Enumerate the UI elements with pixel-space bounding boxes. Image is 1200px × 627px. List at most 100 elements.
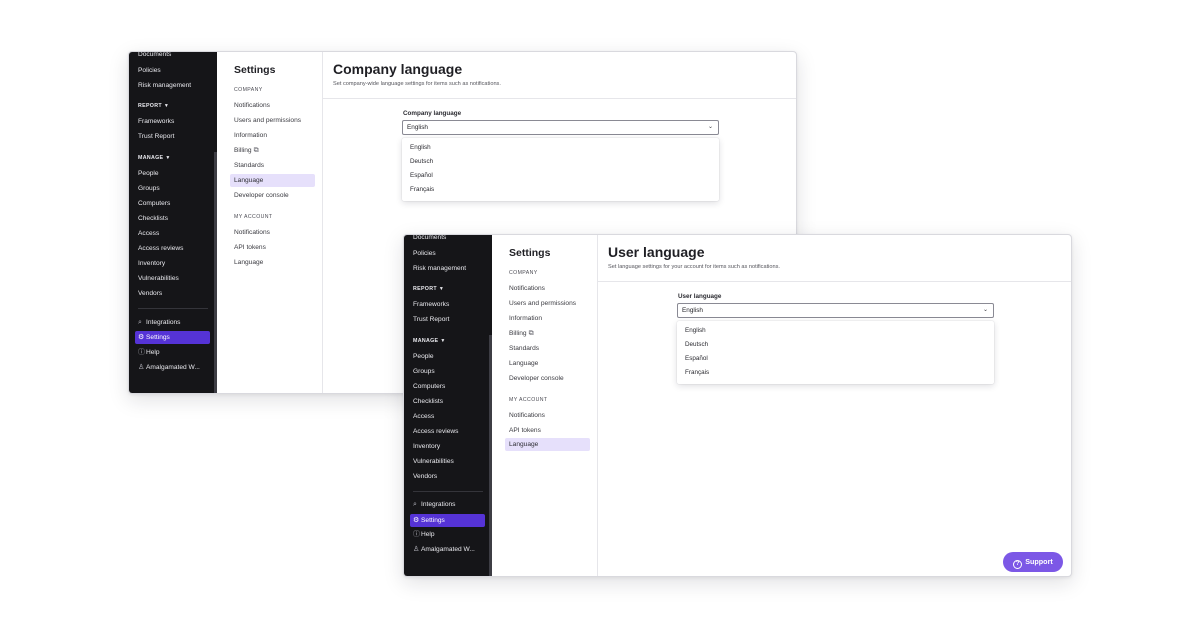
sidebar-item-inventory[interactable]: Inventory: [413, 442, 440, 451]
sidebar-item-vulnerabilities[interactable]: Vulnerabilities: [413, 457, 454, 466]
settings-item-api-tokens[interactable]: API tokens: [234, 243, 266, 252]
sidebar-item-account[interactable]: ♙ Amalgamated W...: [413, 545, 475, 555]
settings-nav: Settings COMPANY Notifications Users and…: [217, 52, 323, 393]
caret-down-icon: ▼: [438, 286, 445, 292]
sidebar-item-risk-management[interactable]: Risk management: [138, 81, 191, 90]
settings-item-information[interactable]: Information: [234, 131, 267, 140]
settings-item-company-language[interactable]: Language: [509, 359, 538, 368]
page-title: User language: [608, 244, 705, 260]
sidebar-item-checklists[interactable]: Checklists: [138, 214, 168, 223]
settings-item-user-language[interactable]: Language: [234, 258, 263, 267]
report-section-header[interactable]: REPORT ▼: [138, 103, 169, 109]
sidebar-item-frameworks[interactable]: Frameworks: [413, 300, 449, 309]
settings-title: Settings: [234, 64, 276, 76]
sidebar-item-vendors[interactable]: Vendors: [413, 472, 437, 481]
settings-item-developer-console[interactable]: Developer console: [234, 191, 289, 200]
sidebar-item-access-reviews[interactable]: Access reviews: [138, 244, 183, 253]
main-sidebar: Documents Policies Risk management REPOR…: [404, 235, 492, 576]
option-espanol[interactable]: Español: [685, 354, 708, 363]
language-dropdown: English Deutsch Español Français: [677, 321, 994, 384]
sidebar-item-people[interactable]: People: [138, 169, 159, 178]
sidebar-item-trust-report[interactable]: Trust Report: [138, 132, 174, 141]
gear-icon: ⚙: [413, 517, 420, 524]
content-panel: User language Set language settings for …: [598, 235, 1071, 576]
sidebar-item-access[interactable]: Access: [138, 229, 159, 238]
settings-item-user-language[interactable]: Language: [505, 438, 590, 451]
my-account-section-header: MY ACCOUNT: [509, 397, 548, 403]
external-link-icon: ⧉: [528, 330, 534, 337]
settings-item-account-notifications[interactable]: Notifications: [509, 411, 545, 420]
company-section-header: COMPANY: [509, 270, 538, 276]
settings-item-users-permissions[interactable]: Users and permissions: [234, 116, 301, 125]
settings-item-developer-console[interactable]: Developer console: [509, 374, 564, 383]
settings-title: Settings: [509, 247, 551, 259]
sidebar-item-trust-report[interactable]: Trust Report: [413, 315, 449, 324]
sidebar-item-help[interactable]: ⓘHelp: [413, 530, 435, 540]
sidebar-item-integrations[interactable]: ⌕ Integrations: [413, 500, 455, 510]
sidebar-item-people[interactable]: People: [413, 352, 434, 361]
settings-item-api-tokens[interactable]: API tokens: [509, 426, 541, 435]
option-francais[interactable]: Français: [410, 185, 434, 194]
sidebar-item-computers[interactable]: Computers: [138, 199, 170, 208]
settings-item-information[interactable]: Information: [509, 314, 542, 323]
caret-down-icon: ▼: [163, 103, 170, 109]
sidebar-item-settings[interactable]: ⚙ Settings: [410, 514, 485, 527]
settings-item-account-notifications[interactable]: Notifications: [234, 228, 270, 237]
page-subtitle: Set language settings for your account f…: [608, 264, 780, 270]
option-deutsch[interactable]: Deutsch: [410, 157, 433, 166]
content-divider: [323, 98, 796, 99]
option-english[interactable]: English: [685, 326, 706, 335]
chevron-down-icon: ⌄: [982, 307, 988, 313]
option-deutsch[interactable]: Deutsch: [685, 340, 708, 349]
user-icon: ♙: [413, 546, 420, 553]
settings-item-standards[interactable]: Standards: [509, 344, 539, 353]
sidebar-divider: [413, 491, 483, 492]
option-espanol[interactable]: Español: [410, 171, 433, 180]
sidebar-item-vendors[interactable]: Vendors: [138, 289, 162, 298]
caret-down-icon: ▼: [165, 155, 171, 161]
page-title: Company language: [333, 61, 463, 77]
sidebar-item-vulnerabilities[interactable]: Vulnerabilities: [138, 274, 179, 283]
help-circle-icon: ⓘ: [413, 531, 420, 538]
report-section-header[interactable]: REPORT ▼: [413, 286, 444, 292]
sidebar-item-access[interactable]: Access: [413, 412, 434, 421]
settings-item-billing[interactable]: Billing ⧉: [234, 146, 259, 155]
sidebar-item-settings[interactable]: ⚙ Settings: [135, 331, 210, 344]
sidebar-item-integrations[interactable]: ⌕ Integrations: [138, 318, 180, 328]
settings-item-company-language[interactable]: Language: [230, 174, 315, 187]
manage-section-header[interactable]: MANAGE ▼: [413, 338, 446, 344]
language-select[interactable]: English ⌄: [677, 303, 994, 318]
sidebar-item-groups[interactable]: Groups: [138, 184, 160, 193]
language-select[interactable]: English ⌄: [402, 120, 719, 135]
sidebar-item-documents[interactable]: Documents: [413, 235, 446, 242]
settings-item-users-permissions[interactable]: Users and permissions: [509, 299, 576, 308]
option-francais[interactable]: Français: [685, 368, 709, 377]
settings-item-standards[interactable]: Standards: [234, 161, 264, 170]
language-dropdown: English Deutsch Español Français: [402, 138, 719, 201]
sidebar-item-help[interactable]: ⓘHelp: [138, 348, 160, 358]
support-button[interactable]: ? Support: [1003, 552, 1063, 572]
sidebar-item-documents[interactable]: Documents: [138, 52, 171, 59]
sidebar-item-groups[interactable]: Groups: [413, 367, 435, 376]
user-language-window: Documents Policies Risk management REPOR…: [403, 234, 1072, 577]
search-icon: ⌕: [413, 501, 417, 508]
user-icon: ♙: [138, 364, 145, 371]
sidebar-item-risk-management[interactable]: Risk management: [413, 264, 466, 273]
settings-item-notifications[interactable]: Notifications: [509, 284, 545, 293]
sidebar-item-checklists[interactable]: Checklists: [413, 397, 443, 406]
sidebar-item-computers[interactable]: Computers: [413, 382, 445, 391]
settings-item-billing[interactable]: Billing ⧉: [509, 329, 534, 338]
settings-item-notifications[interactable]: Notifications: [234, 101, 270, 110]
sidebar-item-access-reviews[interactable]: Access reviews: [413, 427, 458, 436]
sidebar-item-frameworks[interactable]: Frameworks: [138, 117, 174, 126]
option-english[interactable]: English: [410, 143, 431, 152]
sidebar-item-policies[interactable]: Policies: [413, 249, 436, 258]
sidebar-item-inventory[interactable]: Inventory: [138, 259, 165, 268]
help-circle-icon: ⓘ: [138, 349, 145, 356]
manage-section-header[interactable]: MANAGE ▼: [138, 155, 171, 161]
sidebar-item-policies[interactable]: Policies: [138, 66, 161, 75]
sidebar-divider: [138, 308, 208, 309]
caret-down-icon: ▼: [440, 338, 446, 344]
search-icon: ⌕: [138, 319, 142, 326]
sidebar-item-account[interactable]: ♙ Amalgamated W...: [138, 363, 200, 373]
